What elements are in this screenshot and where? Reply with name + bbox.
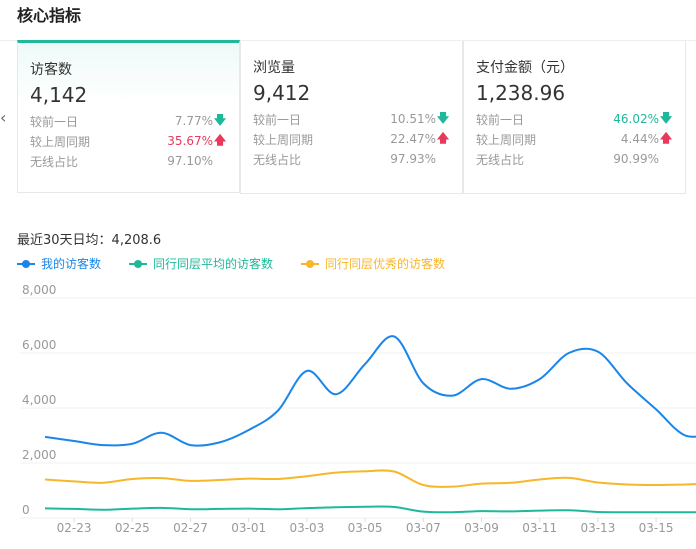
x-tick-label: 03-07 — [406, 521, 441, 535]
legend-label: 我的访客数 — [41, 257, 102, 271]
x-tick-label: 03-01 — [231, 521, 266, 535]
legend-marker-icon — [301, 259, 320, 269]
metric-row: 无线占比 97.10% — [30, 151, 227, 171]
metric-row-label: 较上周同期 — [30, 134, 91, 149]
y-tick-label: 6,000 — [22, 338, 56, 352]
metric-row: 较上周同期 22.47% 🡅 — [253, 129, 450, 149]
arrow-down-icon: 🡇 — [213, 112, 227, 127]
y-tick-label: 8,000 — [22, 283, 56, 297]
visitor-line-chart: 0 2,000 4,000 6,000 8,000 02-23 02-25 02-27 03-0… — [20, 283, 696, 535]
metric-value: 9,412 — [253, 81, 311, 105]
metric-row-value: 46.02% — [613, 112, 659, 126]
arrow-up-icon: 🡅 — [659, 130, 673, 145]
metric-row-value: 10.51% — [390, 112, 436, 126]
metric-value: 4,142 — [30, 83, 88, 107]
metric-row: 较前一日 7.77% 🡇 — [30, 111, 227, 131]
x-tick-label: 03-11 — [522, 521, 557, 535]
x-tick-label: 03-05 — [348, 521, 383, 535]
metric-row-label: 较前一日 — [30, 114, 79, 129]
metric-row: 较前一日 10.51% 🡇 — [253, 109, 450, 129]
x-tick-label: 03-09 — [464, 521, 499, 535]
x-tick-label: 03-03 — [289, 521, 324, 535]
metric-row-label: 较前一日 — [253, 112, 302, 127]
y-tick-label: 2,000 — [22, 448, 56, 462]
metric-row-value: 35.67% — [167, 134, 213, 148]
metric-row-label: 较上周同期 — [253, 132, 314, 147]
y-tick-label: 4,000 — [22, 393, 56, 407]
legend-item[interactable]: 我的访客数 — [17, 255, 101, 272]
page-title: 核心指标 — [17, 6, 82, 25]
legend-label: 同行同层优秀的访客数 — [325, 257, 446, 271]
y-tick-label: 0 — [22, 503, 30, 517]
prev-arrow-icon[interactable]: ‹ — [0, 108, 6, 127]
metric-row: 较前一日 46.02% 🡇 — [476, 109, 673, 129]
metric-row-value: 90.99% — [613, 152, 659, 166]
metric-value: 1,238.96 — [476, 81, 566, 105]
legend-label: 同行同层平均的访客数 — [153, 257, 274, 271]
metric-row: 无线占比 97.93% — [253, 149, 450, 169]
series-line-2 — [44, 469, 696, 488]
series-line-1 — [44, 505, 696, 514]
metric-row-value: 4.44% — [620, 132, 659, 146]
30-day-average: 最近30天日均：4,208.6 — [17, 233, 162, 248]
metric-row-label: 较上周同期 — [476, 132, 537, 147]
metric-row-label: 较前一日 — [476, 112, 525, 127]
metric-card[interactable]: 访客数 4,142 较前一日 7.77% 🡇 较上周同期 35.67% 🡅 无线… — [17, 40, 240, 193]
metric-name: 支付金额（元） — [476, 60, 574, 76]
metric-row-value: 7.77% — [174, 114, 213, 128]
x-tick-label: 02-25 — [115, 521, 150, 535]
arrow-up-icon: 🡅 — [436, 130, 450, 145]
metric-row: 较上周同期 4.44% 🡅 — [476, 129, 673, 149]
metric-card[interactable]: 支付金额（元） 1,238.96 较前一日 46.02% 🡇 较上周同期 4.4… — [463, 41, 686, 194]
metric-row-value: 22.47% — [390, 132, 436, 146]
metric-card[interactable]: 浏览量 9,412 较前一日 10.51% 🡇 较上周同期 22.47% 🡅 无… — [240, 41, 463, 194]
arrow-down-icon: 🡇 — [659, 110, 673, 125]
arrow-down-icon: 🡇 — [436, 110, 450, 125]
legend-item[interactable]: 同行同层平均的访客数 — [129, 255, 273, 272]
metric-row-value: 97.10% — [167, 154, 213, 168]
legend-marker-icon — [129, 259, 148, 269]
arrow-up-icon: 🡅 — [213, 132, 227, 147]
metric-name: 浏览量 — [253, 60, 295, 76]
metric-name: 访客数 — [30, 62, 72, 78]
metric-row-label: 无线占比 — [476, 152, 525, 167]
metric-row-value: 97.93% — [390, 152, 436, 166]
chart-legend: 我的访客数 同行同层平均的访客数 同行同层优秀的访客数 — [17, 255, 473, 272]
metric-row: 较上周同期 35.67% 🡅 — [30, 131, 227, 151]
legend-marker-icon — [17, 259, 35, 269]
x-tick-label: 03-15 — [639, 521, 674, 535]
x-tick-label: 02-27 — [173, 521, 208, 535]
x-tick-label: 03-13 — [580, 521, 615, 535]
metric-row-label: 无线占比 — [253, 152, 302, 167]
x-tick-label: 02-23 — [57, 521, 92, 535]
metric-row-label: 无线占比 — [30, 154, 79, 169]
metric-row: 无线占比 90.99% — [476, 149, 673, 169]
legend-item[interactable]: 同行同层优秀的访客数 — [301, 255, 445, 272]
